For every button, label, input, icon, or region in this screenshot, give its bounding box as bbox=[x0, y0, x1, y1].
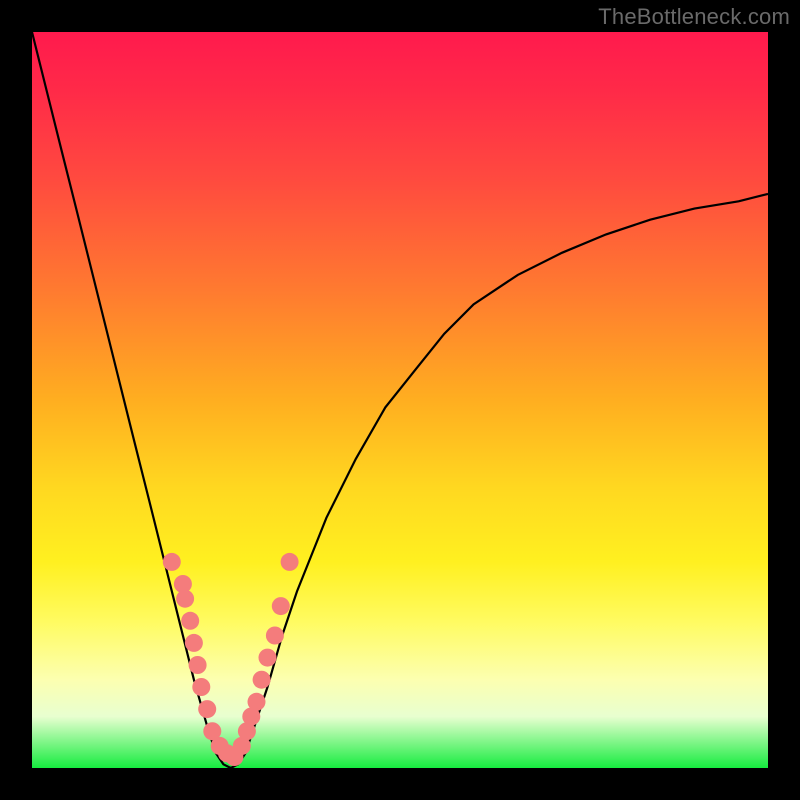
bottleneck-curve bbox=[32, 32, 768, 768]
scatter-dot bbox=[189, 656, 207, 674]
scatter-dot bbox=[185, 634, 203, 652]
scatter-dot bbox=[248, 693, 266, 711]
scatter-dot bbox=[281, 553, 299, 571]
scatter-dot bbox=[198, 700, 216, 718]
scatter-dot bbox=[176, 590, 194, 608]
plot-area bbox=[32, 32, 768, 768]
scatter-dot bbox=[266, 627, 284, 645]
scatter-dot bbox=[192, 678, 210, 696]
scatter-dot bbox=[181, 612, 199, 630]
chart-frame: TheBottleneck.com bbox=[0, 0, 800, 800]
scatter-dot bbox=[253, 671, 271, 689]
scatter-dot bbox=[163, 553, 181, 571]
watermark-text: TheBottleneck.com bbox=[598, 4, 790, 30]
chart-svg bbox=[32, 32, 768, 768]
scatter-dot bbox=[272, 597, 290, 615]
scatter-right-cluster bbox=[233, 553, 299, 755]
scatter-dot bbox=[259, 649, 277, 667]
scatter-left-cluster bbox=[163, 553, 244, 766]
